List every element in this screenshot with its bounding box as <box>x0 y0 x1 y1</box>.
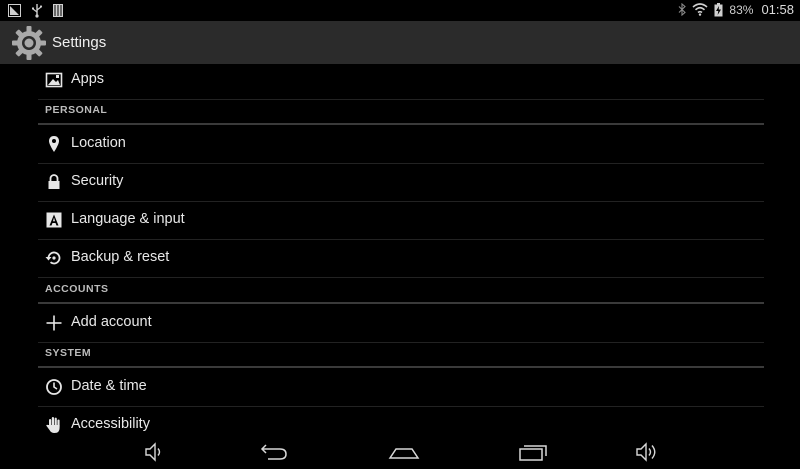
clock: 01:58 <box>761 2 794 17</box>
hand-icon <box>46 417 60 433</box>
section-header-system: SYSTEM <box>38 344 764 368</box>
battery-percent: 83% <box>729 2 754 17</box>
settings-item-date-time[interactable]: Date & time <box>38 369 764 407</box>
battery-icon <box>714 2 723 16</box>
settings-item-label: Date & time <box>71 378 147 394</box>
apps-icon <box>45 72 63 88</box>
section-header-label: ACCOUNTS <box>45 283 109 295</box>
settings-item-language[interactable]: Language & input <box>38 202 764 240</box>
wifi-icon <box>692 3 708 16</box>
settings-item-label: Accessibility <box>71 416 150 432</box>
settings-item-label: Backup & reset <box>71 249 170 265</box>
settings-item-label: Apps <box>71 71 105 87</box>
settings-item-accessibility[interactable]: Accessibility <box>38 407 764 435</box>
settings-item-label: Security <box>71 173 124 189</box>
volume-up-icon[interactable] <box>632 441 668 463</box>
screenshot-icon <box>8 4 21 17</box>
settings-item-label: Add account <box>71 314 152 330</box>
location-pin-icon <box>49 136 59 152</box>
settings-gear-icon[interactable] <box>11 25 47 61</box>
bluetooth-icon <box>679 3 687 16</box>
settings-list[interactable]: Apps PERSONAL Location Security Language… <box>0 64 800 435</box>
settings-item-apps[interactable]: Apps <box>38 64 764 100</box>
settings-item-location[interactable]: Location <box>38 126 764 164</box>
recents-icon[interactable] <box>515 441 551 463</box>
plus-icon <box>46 315 62 331</box>
section-header-accounts: ACCOUNTS <box>38 280 764 304</box>
volume-down-icon[interactable] <box>136 441 172 463</box>
section-header-label: SYSTEM <box>45 347 92 359</box>
storage-icon <box>53 4 63 17</box>
language-icon <box>46 212 62 228</box>
settings-item-backup[interactable]: Backup & reset <box>38 240 764 278</box>
section-header-label: PERSONAL <box>45 104 108 116</box>
clock-icon <box>46 379 62 395</box>
status-left-icons <box>8 3 63 18</box>
backup-icon <box>45 251 61 265</box>
usb-icon <box>32 4 43 18</box>
settings-item-security[interactable]: Security <box>38 164 764 202</box>
action-bar: Settings <box>0 21 800 64</box>
lock-icon <box>48 174 60 189</box>
status-right-icons: 83% 01:58 <box>678 2 794 17</box>
navigation-bar <box>0 435 800 469</box>
status-bar: 83% 01:58 <box>0 0 800 21</box>
back-icon[interactable] <box>256 441 292 463</box>
settings-item-add-account[interactable]: Add account <box>38 305 764 343</box>
section-header-personal: PERSONAL <box>38 101 764 125</box>
home-icon[interactable] <box>386 441 422 463</box>
settings-item-label: Language & input <box>71 211 185 227</box>
settings-item-label: Location <box>71 135 126 151</box>
page-title: Settings <box>52 34 107 51</box>
